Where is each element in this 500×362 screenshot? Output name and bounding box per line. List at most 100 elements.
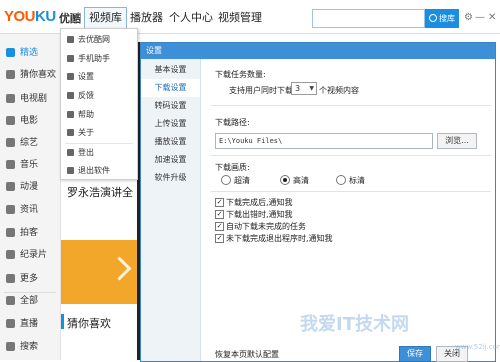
settings-nav-transcode[interactable]: 转码设置 xyxy=(141,97,200,115)
restore-defaults-link[interactable]: 恢复本页默认配置 xyxy=(215,349,279,360)
dialog-title: 设置 xyxy=(146,46,162,55)
notify-error-checkbox[interactable]: ✓ xyxy=(215,210,224,219)
logo-text-part-2: KU xyxy=(35,8,56,25)
section-separator xyxy=(211,191,491,192)
sidebar-item-search[interactable]: 搜索 xyxy=(0,336,60,358)
news-icon xyxy=(6,205,15,214)
settings-nav-upgrade[interactable]: 软件升级 xyxy=(141,169,200,187)
sidebar-item-more[interactable]: 更多 xyxy=(0,268,60,290)
menu-item-label: 设置 xyxy=(78,72,94,81)
tab-video-library[interactable]: 视频库 xyxy=(84,7,127,29)
download-count-label: 下载任务数量: xyxy=(215,70,266,79)
support-suffix-text: 个视频内容 xyxy=(319,86,359,95)
sidebar-item-all[interactable]: 全部 xyxy=(0,290,60,312)
music-icon xyxy=(6,160,15,169)
dialog-title-bar[interactable]: 设置 xyxy=(141,43,495,59)
watermark-url: www.52ij.com xyxy=(455,343,500,351)
all-icon xyxy=(6,296,15,305)
section-separator xyxy=(211,105,491,106)
settings-nav-basic[interactable]: 基本设置 xyxy=(141,61,200,79)
promo-banner[interactable] xyxy=(61,240,140,304)
settings-nav-download[interactable]: 下载设置 xyxy=(141,79,200,97)
sidebar-item-news[interactable]: 资讯 xyxy=(0,199,60,221)
menu-item-label: 退出软件 xyxy=(78,166,110,175)
dropdown-arrow-icon: ▼ xyxy=(309,85,314,92)
arrow-icon xyxy=(107,256,132,281)
checkbox-label: 自动下载未完成的任务 xyxy=(226,222,306,231)
download-count-value: 3 xyxy=(295,84,301,93)
close-icon[interactable]: ✕ xyxy=(488,13,496,23)
menu-item-label: 关于 xyxy=(78,128,94,137)
section-title: 猜你喜欢 xyxy=(67,317,111,330)
checkbox-label: 下载出错时,通知我 xyxy=(226,210,293,219)
search-icon xyxy=(429,14,437,22)
sidebar-item-label: 音乐 xyxy=(20,160,39,170)
download-path-value: E:\Youku Files\ xyxy=(219,137,283,145)
search-button-label: 搜库 xyxy=(439,14,455,23)
gear-icon xyxy=(67,73,74,80)
menu-item-feedback[interactable]: 反馈 xyxy=(61,87,137,105)
sidebar-item-movie[interactable]: 电影 xyxy=(0,110,60,132)
tab-player[interactable]: 播放器 xyxy=(130,8,163,28)
sidebar-item-tv[interactable]: 电视剧 xyxy=(0,88,60,110)
sidebar-item-paike[interactable]: 拍客 xyxy=(0,222,60,244)
settings-nav-upload[interactable]: 上传设置 xyxy=(141,115,200,133)
tab-user-center[interactable]: 个人中心 xyxy=(169,8,213,28)
live-icon xyxy=(6,319,15,328)
menu-item-exit[interactable]: 退出软件 xyxy=(61,162,137,180)
menu-item-phone-assistant[interactable]: 手机助手 xyxy=(61,50,137,68)
settings-icon[interactable]: ⚙ xyxy=(464,13,473,23)
quality-radio-high[interactable] xyxy=(280,175,290,185)
sidebar-item-label: 精选 xyxy=(20,48,39,58)
sidebar-item-live[interactable]: 直播 xyxy=(0,313,60,335)
search-input[interactable] xyxy=(312,9,425,28)
sidebar-item-featured[interactable]: 精选 xyxy=(0,42,60,64)
quality-radio-standard[interactable] xyxy=(336,175,346,185)
documentary-icon xyxy=(6,250,15,259)
settings-nav: 基本设置 下载设置 转码设置 上传设置 播放设置 加速设置 软件升级 xyxy=(141,59,201,361)
menu-item-label: 手机助手 xyxy=(78,54,110,63)
browse-button[interactable]: 浏览... xyxy=(437,133,477,149)
section-accent-bar xyxy=(61,314,64,329)
download-path-input[interactable]: E:\Youku Files\ xyxy=(215,133,433,149)
download-path-label: 下载路径: xyxy=(215,118,250,127)
camera-icon xyxy=(6,228,15,237)
globe-icon xyxy=(67,36,74,43)
menu-item-help[interactable]: 帮助 xyxy=(61,106,137,124)
watermark: 我爱IT技术网 xyxy=(300,314,409,335)
video-title[interactable]: 罗永浩演讲全 xyxy=(67,184,133,200)
search-button[interactable]: 搜库 xyxy=(425,9,459,28)
minimize-icon[interactable]: — xyxy=(475,13,485,23)
menu-item-about[interactable]: 关于 xyxy=(61,124,137,142)
sidebar-item-label: 猜你喜欢 xyxy=(20,70,57,80)
grid-icon xyxy=(6,48,15,57)
sidebar-item-label: 电影 xyxy=(20,116,39,126)
youku-logo[interactable]: YOUKU xyxy=(4,8,56,25)
notify-complete-checkbox[interactable]: ✓ xyxy=(215,198,224,207)
settings-nav-acceleration[interactable]: 加速设置 xyxy=(141,151,200,169)
menu-item-go-youku[interactable]: 去优酷网 xyxy=(61,31,137,49)
menu-item-label: 反馈 xyxy=(78,91,94,100)
sidebar-item-variety[interactable]: 综艺 xyxy=(0,132,60,154)
tab-video-manage[interactable]: 视频管理 xyxy=(218,8,262,28)
logo-text-part-1: YOU xyxy=(4,8,36,25)
sidebar-item-label: 搜索 xyxy=(20,342,39,352)
settings-nav-playback[interactable]: 播放设置 xyxy=(141,133,200,151)
auto-resume-checkbox[interactable]: ✓ xyxy=(215,222,224,231)
sidebar-item-anime[interactable]: 动漫 xyxy=(0,176,60,198)
info-icon xyxy=(67,129,74,136)
sidebar-item-music[interactable]: 音乐 xyxy=(0,154,60,176)
feedback-icon xyxy=(67,92,74,99)
sidebar-item-documentary[interactable]: 纪录片 xyxy=(0,244,60,266)
sidebar-item-label: 全部 xyxy=(20,296,39,306)
notify-exit-checkbox[interactable]: ✓ xyxy=(215,234,224,243)
chevron-down-icon[interactable]: ▾ xyxy=(72,13,81,22)
menu-item-label: 帮助 xyxy=(78,110,94,119)
tv-icon xyxy=(6,94,15,103)
sidebar-item-recommend[interactable]: 猜你喜欢 xyxy=(0,64,60,86)
quality-radio-super[interactable] xyxy=(221,175,231,185)
menu-item-logout[interactable]: 登出 xyxy=(61,144,137,162)
variety-icon xyxy=(6,138,15,147)
menu-item-settings[interactable]: 设置 xyxy=(61,68,137,86)
download-count-select[interactable]: 3 ▼ xyxy=(291,82,317,95)
